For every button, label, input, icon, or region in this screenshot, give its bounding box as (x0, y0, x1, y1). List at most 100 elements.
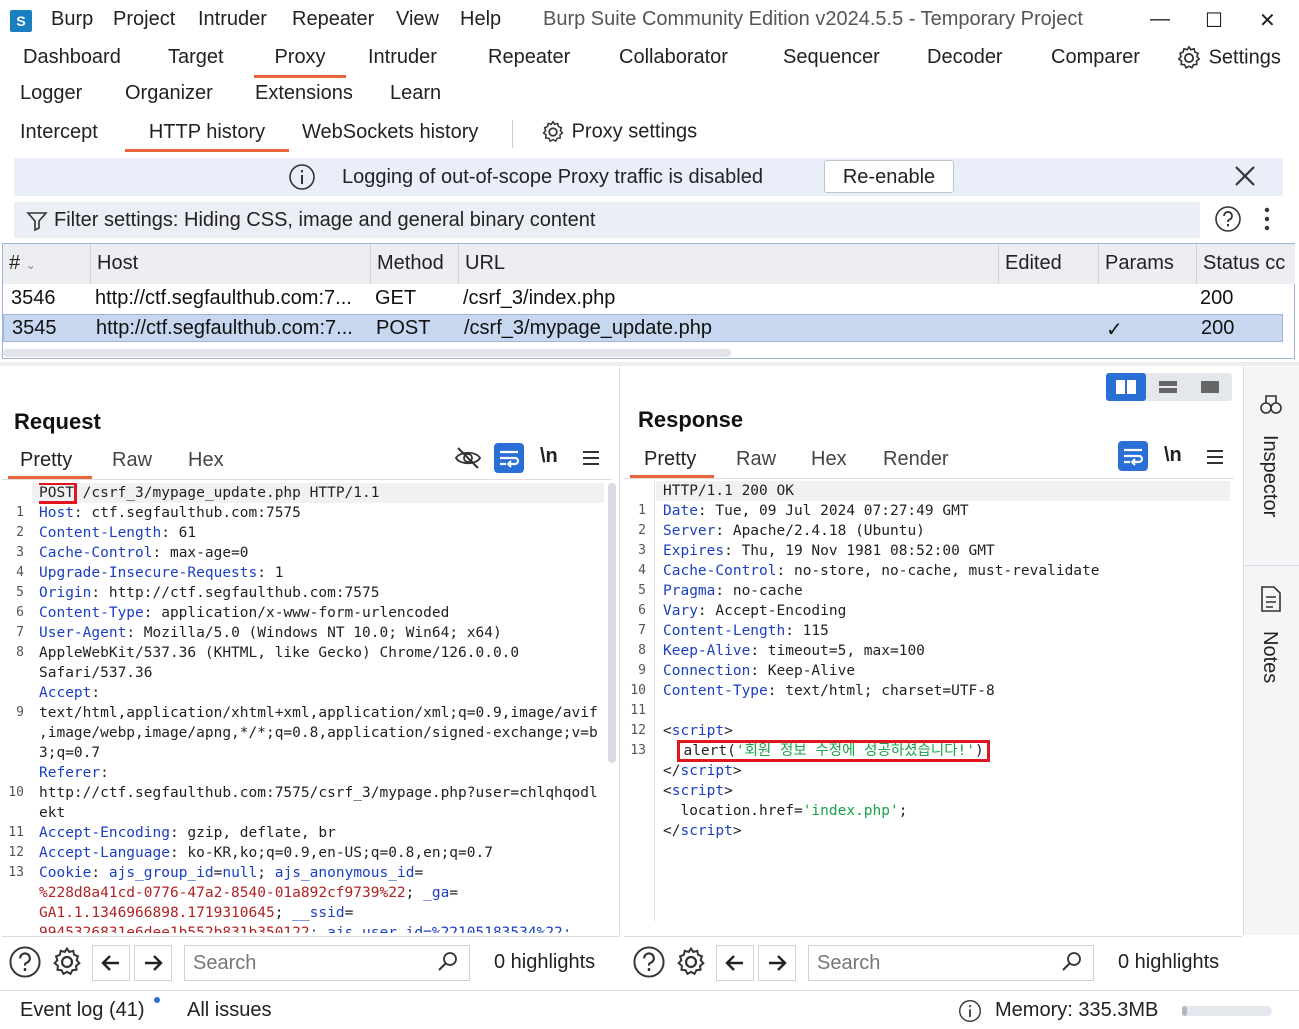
settings-label: Settings (1208, 46, 1281, 69)
proxy-settings-label: Proxy settings (571, 120, 698, 143)
row-host: http://ctf.segfaulthub.com:7... (95, 287, 352, 309)
tab-comparer[interactable]: Comparer (1051, 42, 1140, 78)
menu-project[interactable]: Project (113, 8, 175, 34)
previous-button[interactable] (92, 945, 130, 981)
inspector-tab[interactable]: Inspector (1244, 377, 1299, 567)
vertical-scrollbar[interactable] (608, 483, 616, 763)
menu-burp[interactable]: Burp (51, 8, 93, 34)
search-icon (1062, 952, 1081, 971)
response-tab-pretty[interactable]: Pretty (630, 448, 714, 478)
menu-repeater[interactable]: Repeater (292, 8, 374, 34)
column-header-method[interactable]: Method (371, 244, 459, 284)
search-input[interactable]: Search (184, 945, 470, 981)
arrow-left-icon (101, 955, 119, 971)
memory-bar-fill (1182, 1006, 1187, 1016)
table-row-selected[interactable]: 3545 http://ctf.segfaulthub.com:7... POS… (3, 314, 1283, 342)
column-header-params[interactable]: Params (1099, 244, 1197, 284)
next-button[interactable] (134, 945, 172, 981)
menu-help[interactable]: Help (460, 8, 501, 34)
tab-learn[interactable]: Learn (390, 78, 441, 114)
row-method: POST (376, 317, 431, 339)
search-input[interactable]: Search (808, 945, 1094, 981)
menu-icon[interactable] (582, 449, 600, 467)
tab-target[interactable]: Target (168, 42, 224, 78)
column-header-url[interactable]: URL (459, 244, 999, 284)
column-header-host[interactable]: Host (91, 244, 371, 284)
horizontal-scrollbar[interactable] (3, 349, 731, 357)
rows-icon (1159, 381, 1177, 393)
pane-splitter[interactable] (0, 362, 1299, 366)
row-status: 200 (1200, 287, 1234, 309)
request-tab-raw[interactable]: Raw (112, 449, 152, 472)
table-row[interactable]: 3546 http://ctf.segfaulthub.com:7... GET… (3, 285, 1294, 313)
row-status: 200 (1201, 317, 1235, 339)
status-bar: Event log (41) All issues Memory: 335.3M… (0, 990, 1299, 1029)
help-icon[interactable] (632, 945, 666, 979)
all-issues-link[interactable]: All issues (187, 999, 271, 1022)
next-button[interactable] (758, 945, 796, 981)
wrap-lines-button[interactable] (1118, 441, 1148, 471)
subtab-websockets-history[interactable]: WebSockets history (302, 118, 478, 152)
response-tab-raw[interactable]: Raw (736, 448, 776, 471)
request-editor[interactable]: POST /csrf_3/mypage_update.php HTTP/1.1 … (39, 483, 609, 933)
subtab-intercept[interactable]: Intercept (20, 118, 98, 152)
response-tab-hex[interactable]: Hex (811, 448, 847, 471)
notes-tab[interactable]: Notes (1244, 573, 1299, 713)
tab-dashboard[interactable]: Dashboard (23, 42, 121, 78)
previous-button[interactable] (716, 945, 754, 981)
row-params-check: ✓ (1106, 319, 1123, 341)
gear-icon[interactable] (674, 945, 708, 979)
single-pane-icon (1201, 381, 1219, 393)
tab-repeater[interactable]: Repeater (488, 42, 570, 78)
tab-decoder[interactable]: Decoder (927, 42, 1003, 78)
layout-stacked-button[interactable] (1148, 373, 1188, 401)
column-header-status[interactable]: Status cc (1197, 244, 1295, 284)
layout-side-by-side-button[interactable] (1106, 373, 1146, 401)
request-title: Request (14, 409, 101, 434)
newline-toggle-icon[interactable]: \n (1164, 444, 1182, 467)
method-highlight: POST (39, 483, 77, 504)
help-icon[interactable] (1214, 205, 1242, 233)
request-tab-hex[interactable]: Hex (188, 449, 224, 472)
row-method: GET (375, 287, 417, 309)
menu-icon[interactable] (1206, 448, 1224, 466)
response-title: Response (638, 407, 744, 432)
response-editor[interactable]: HTTP/1.1 200 OK Date: Tue, 09 Jul 2024 0… (663, 481, 1233, 921)
tab-collaborator[interactable]: Collaborator (619, 42, 728, 78)
help-icon[interactable] (8, 945, 42, 979)
wrap-lines-button[interactable] (494, 443, 524, 473)
info-icon (959, 1000, 981, 1022)
tab-sequencer[interactable]: Sequencer (783, 42, 880, 78)
row-url: /csrf_3/mypage_update.php (464, 317, 712, 339)
proxy-settings-button[interactable]: Proxy settings (540, 119, 697, 149)
filter-bar[interactable]: Filter settings: Hiding CSS, image and g… (14, 202, 1200, 238)
subtab-http-history[interactable]: HTTP history (125, 118, 289, 152)
columns-icon (1116, 380, 1136, 394)
line-numbers: 1 2 3 4 5 6 7 8 9 10 11 12 13 (630, 503, 646, 758)
menu-view[interactable]: View (396, 8, 439, 34)
tab-extensions[interactable]: Extensions (255, 78, 353, 114)
request-tab-pretty[interactable]: Pretty (8, 449, 92, 479)
gear-icon (1177, 45, 1201, 69)
tab-intruder[interactable]: Intruder (368, 42, 437, 78)
layout-single-button[interactable] (1190, 373, 1230, 401)
tab-organizer[interactable]: Organizer (125, 78, 213, 114)
minimize-button[interactable]: — (1150, 8, 1170, 31)
column-header-edited[interactable]: Edited (999, 244, 1099, 284)
close-icon[interactable] (1234, 165, 1256, 187)
response-tab-render[interactable]: Render (883, 448, 949, 471)
tab-logger[interactable]: Logger (20, 78, 82, 114)
hide-eye-icon[interactable] (454, 445, 482, 471)
tab-settings[interactable]: Settings (1175, 44, 1281, 74)
more-options-icon[interactable] (1262, 206, 1272, 232)
column-header-number[interactable]: # ⌄ (3, 244, 91, 284)
newline-toggle-icon[interactable]: \n (540, 445, 558, 468)
event-log-link[interactable]: Event log (41) (20, 999, 145, 1022)
tab-proxy[interactable]: Proxy (254, 42, 346, 78)
gear-icon[interactable] (50, 945, 84, 979)
maximize-button[interactable]: ☐ (1205, 8, 1223, 33)
re-enable-button[interactable]: Re-enable (824, 160, 954, 193)
divider (512, 120, 513, 148)
close-window-button[interactable]: ✕ (1259, 8, 1276, 33)
menu-intruder[interactable]: Intruder (198, 8, 267, 34)
